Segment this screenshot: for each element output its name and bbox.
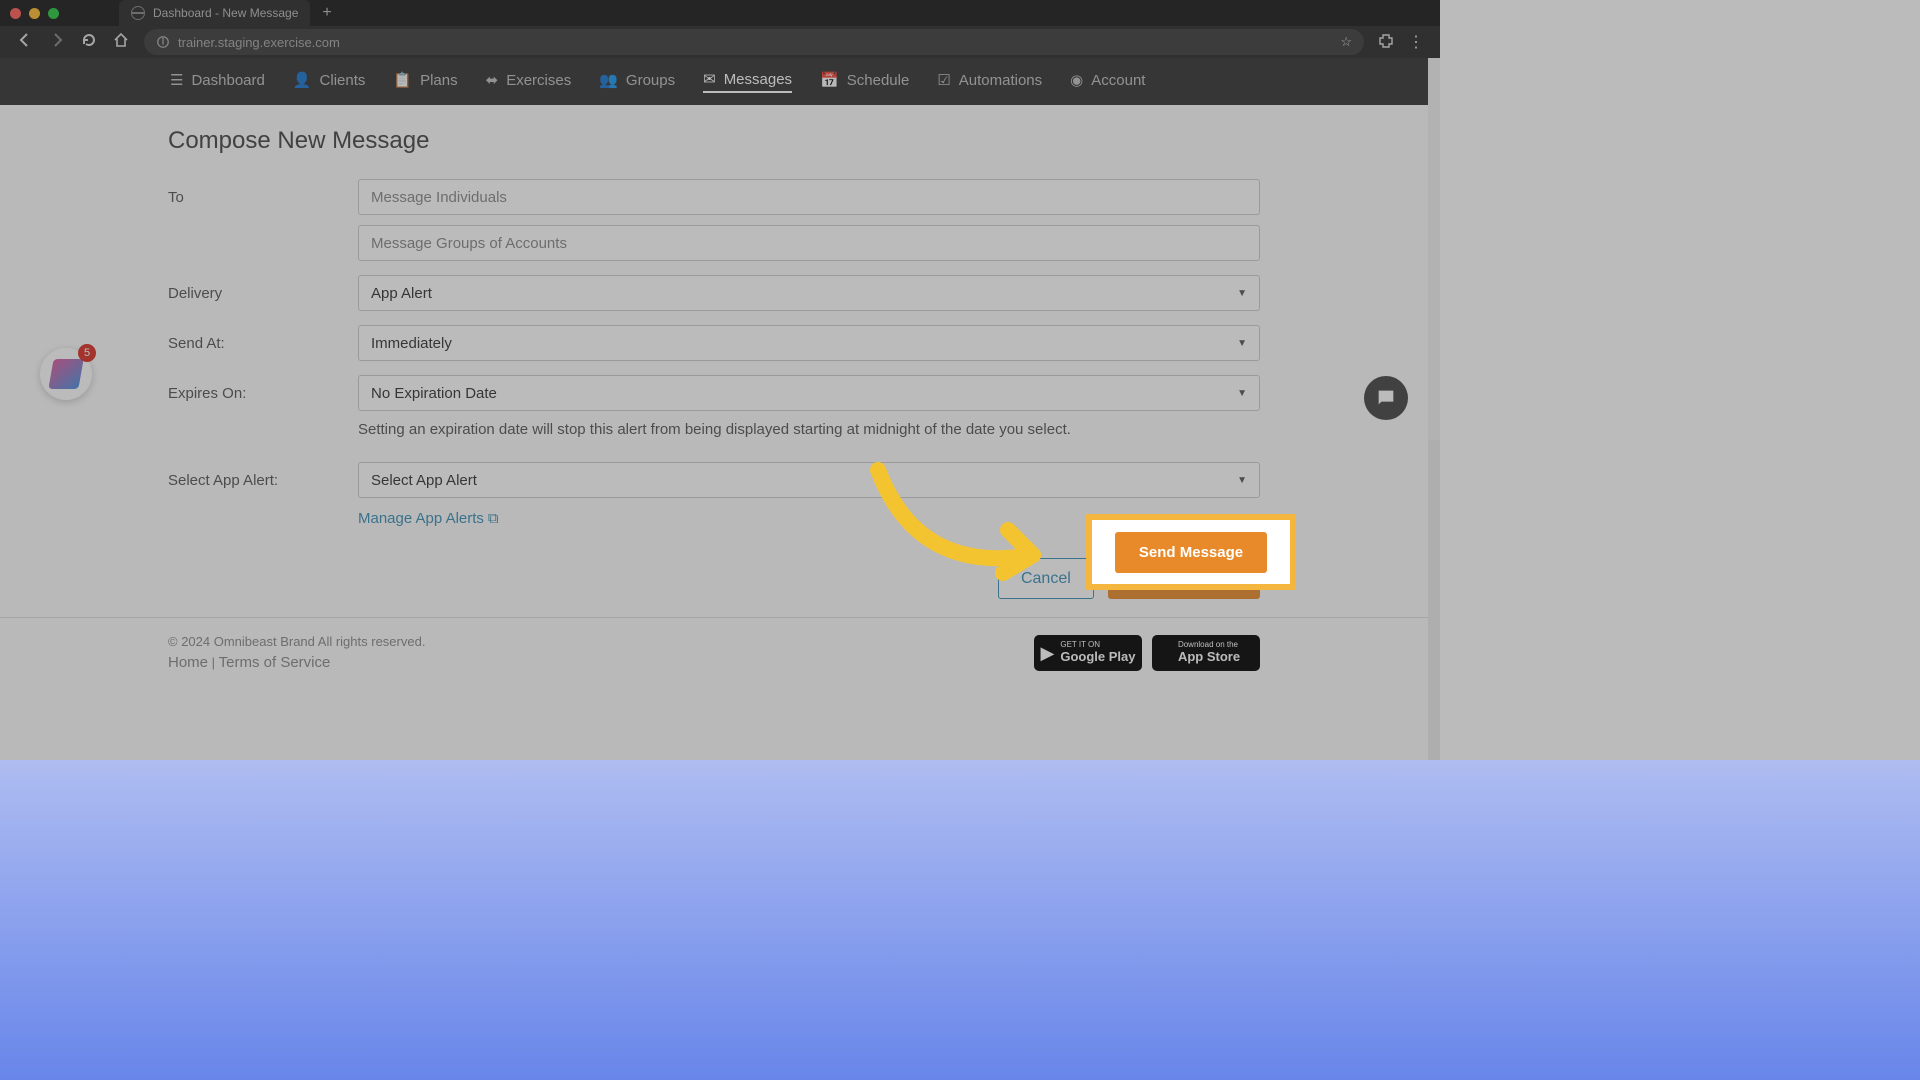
nav-groups[interactable]: 👥Groups: [599, 71, 675, 92]
maximize-window-icon[interactable]: [48, 8, 59, 19]
extensions-icon[interactable]: [1378, 32, 1394, 53]
home-button[interactable]: [112, 32, 130, 53]
app-store-badge[interactable]: Download on theApp Store: [1152, 635, 1260, 671]
to-label: To: [168, 179, 358, 206]
bookmark-star-icon[interactable]: ☆: [1340, 34, 1352, 50]
help-widget-logo-icon: [48, 359, 83, 389]
back-button[interactable]: [16, 32, 34, 53]
calendar-icon: 📅: [820, 71, 839, 89]
page-title: Compose New Message: [168, 127, 1260, 155]
dumbbell-icon: ⬌: [486, 71, 499, 89]
nav-schedule[interactable]: 📅Schedule: [820, 71, 909, 92]
google-play-icon: ▶: [1041, 643, 1055, 664]
select-alert-label: Select App Alert:: [168, 462, 358, 489]
help-widget-badge: 5: [78, 344, 96, 362]
users-icon: 👥: [599, 71, 618, 89]
envelope-icon: ✉: [703, 70, 716, 88]
traffic-lights[interactable]: [10, 8, 59, 19]
url-text: trainer.staging.exercise.com: [178, 35, 340, 50]
user-icon: 👤: [293, 71, 312, 89]
nav-exercises[interactable]: ⬌Exercises: [486, 71, 572, 92]
google-play-badge[interactable]: ▶ GET IT ONGoogle Play: [1034, 635, 1142, 671]
site-info-icon: [156, 35, 170, 49]
browser-menu-icon[interactable]: ⋮: [1408, 32, 1424, 52]
chat-widget[interactable]: [1364, 376, 1408, 420]
nav-messages[interactable]: ✉Messages: [703, 70, 792, 93]
minimize-window-icon[interactable]: [29, 8, 40, 19]
chevron-down-icon: ▼: [1237, 475, 1247, 486]
to-individuals-input[interactable]: Message Individuals: [358, 179, 1260, 215]
send-message-button-highlighted[interactable]: Send Message: [1115, 532, 1267, 573]
app-nav: ☰Dashboard 👤Clients 📋Plans ⬌Exercises 👥G…: [0, 58, 1440, 105]
scrollbar[interactable]: [1428, 58, 1440, 440]
cancel-button[interactable]: Cancel: [998, 558, 1094, 599]
delivery-select[interactable]: App Alert▼: [358, 275, 1260, 311]
to-groups-input[interactable]: Message Groups of Accounts: [358, 225, 1260, 261]
expires-help-text: Setting an expiration date will stop thi…: [358, 421, 1260, 438]
browser-chrome: Dashboard - New Message + trainer.stagin…: [0, 0, 1440, 58]
footer: © 2024 Omnibeast Brand All rights reserv…: [0, 617, 1428, 688]
help-widget[interactable]: 5: [40, 348, 92, 400]
account-icon: ◉: [1070, 71, 1083, 89]
clipboard-icon: 📋: [393, 71, 412, 89]
close-window-icon[interactable]: [10, 8, 21, 19]
new-tab-button[interactable]: +: [322, 4, 331, 22]
footer-home-link[interactable]: Home: [168, 654, 208, 671]
footer-tos-link[interactable]: Terms of Service: [219, 654, 331, 671]
chevron-down-icon: ▼: [1237, 288, 1247, 299]
app-alert-select[interactable]: Select App Alert▼: [358, 462, 1260, 498]
nav-account[interactable]: ◉Account: [1070, 71, 1145, 92]
gradient-background: [0, 760, 1920, 1080]
tab-title: Dashboard - New Message: [153, 6, 298, 20]
send-at-label: Send At:: [168, 325, 358, 352]
chat-icon: [1375, 387, 1397, 409]
reload-button[interactable]: [80, 32, 98, 53]
url-bar[interactable]: trainer.staging.exercise.com ☆: [144, 29, 1364, 55]
expires-label: Expires On:: [168, 375, 358, 402]
chevron-down-icon: ▼: [1237, 338, 1247, 349]
browser-tab[interactable]: Dashboard - New Message: [119, 0, 310, 26]
globe-icon: [131, 6, 145, 20]
manage-alerts-link[interactable]: Manage App Alerts⧉: [358, 510, 499, 527]
highlight-callout: Send Message: [1086, 514, 1296, 590]
forward-button[interactable]: [48, 32, 66, 53]
nav-plans[interactable]: 📋Plans: [393, 71, 457, 92]
external-link-icon: ⧉: [488, 510, 499, 527]
expires-select[interactable]: No Expiration Date▼: [358, 375, 1260, 411]
nav-automations[interactable]: ☑Automations: [937, 71, 1042, 92]
nav-clients[interactable]: 👤Clients: [293, 71, 366, 92]
check-icon: ☑: [937, 71, 950, 89]
send-at-select[interactable]: Immediately▼: [358, 325, 1260, 361]
copyright-text: © 2024 Omnibeast Brand All rights reserv…: [168, 632, 425, 652]
nav-dashboard[interactable]: ☰Dashboard: [170, 71, 265, 92]
menu-icon: ☰: [170, 71, 183, 89]
chevron-down-icon: ▼: [1237, 388, 1247, 399]
delivery-label: Delivery: [168, 275, 358, 302]
